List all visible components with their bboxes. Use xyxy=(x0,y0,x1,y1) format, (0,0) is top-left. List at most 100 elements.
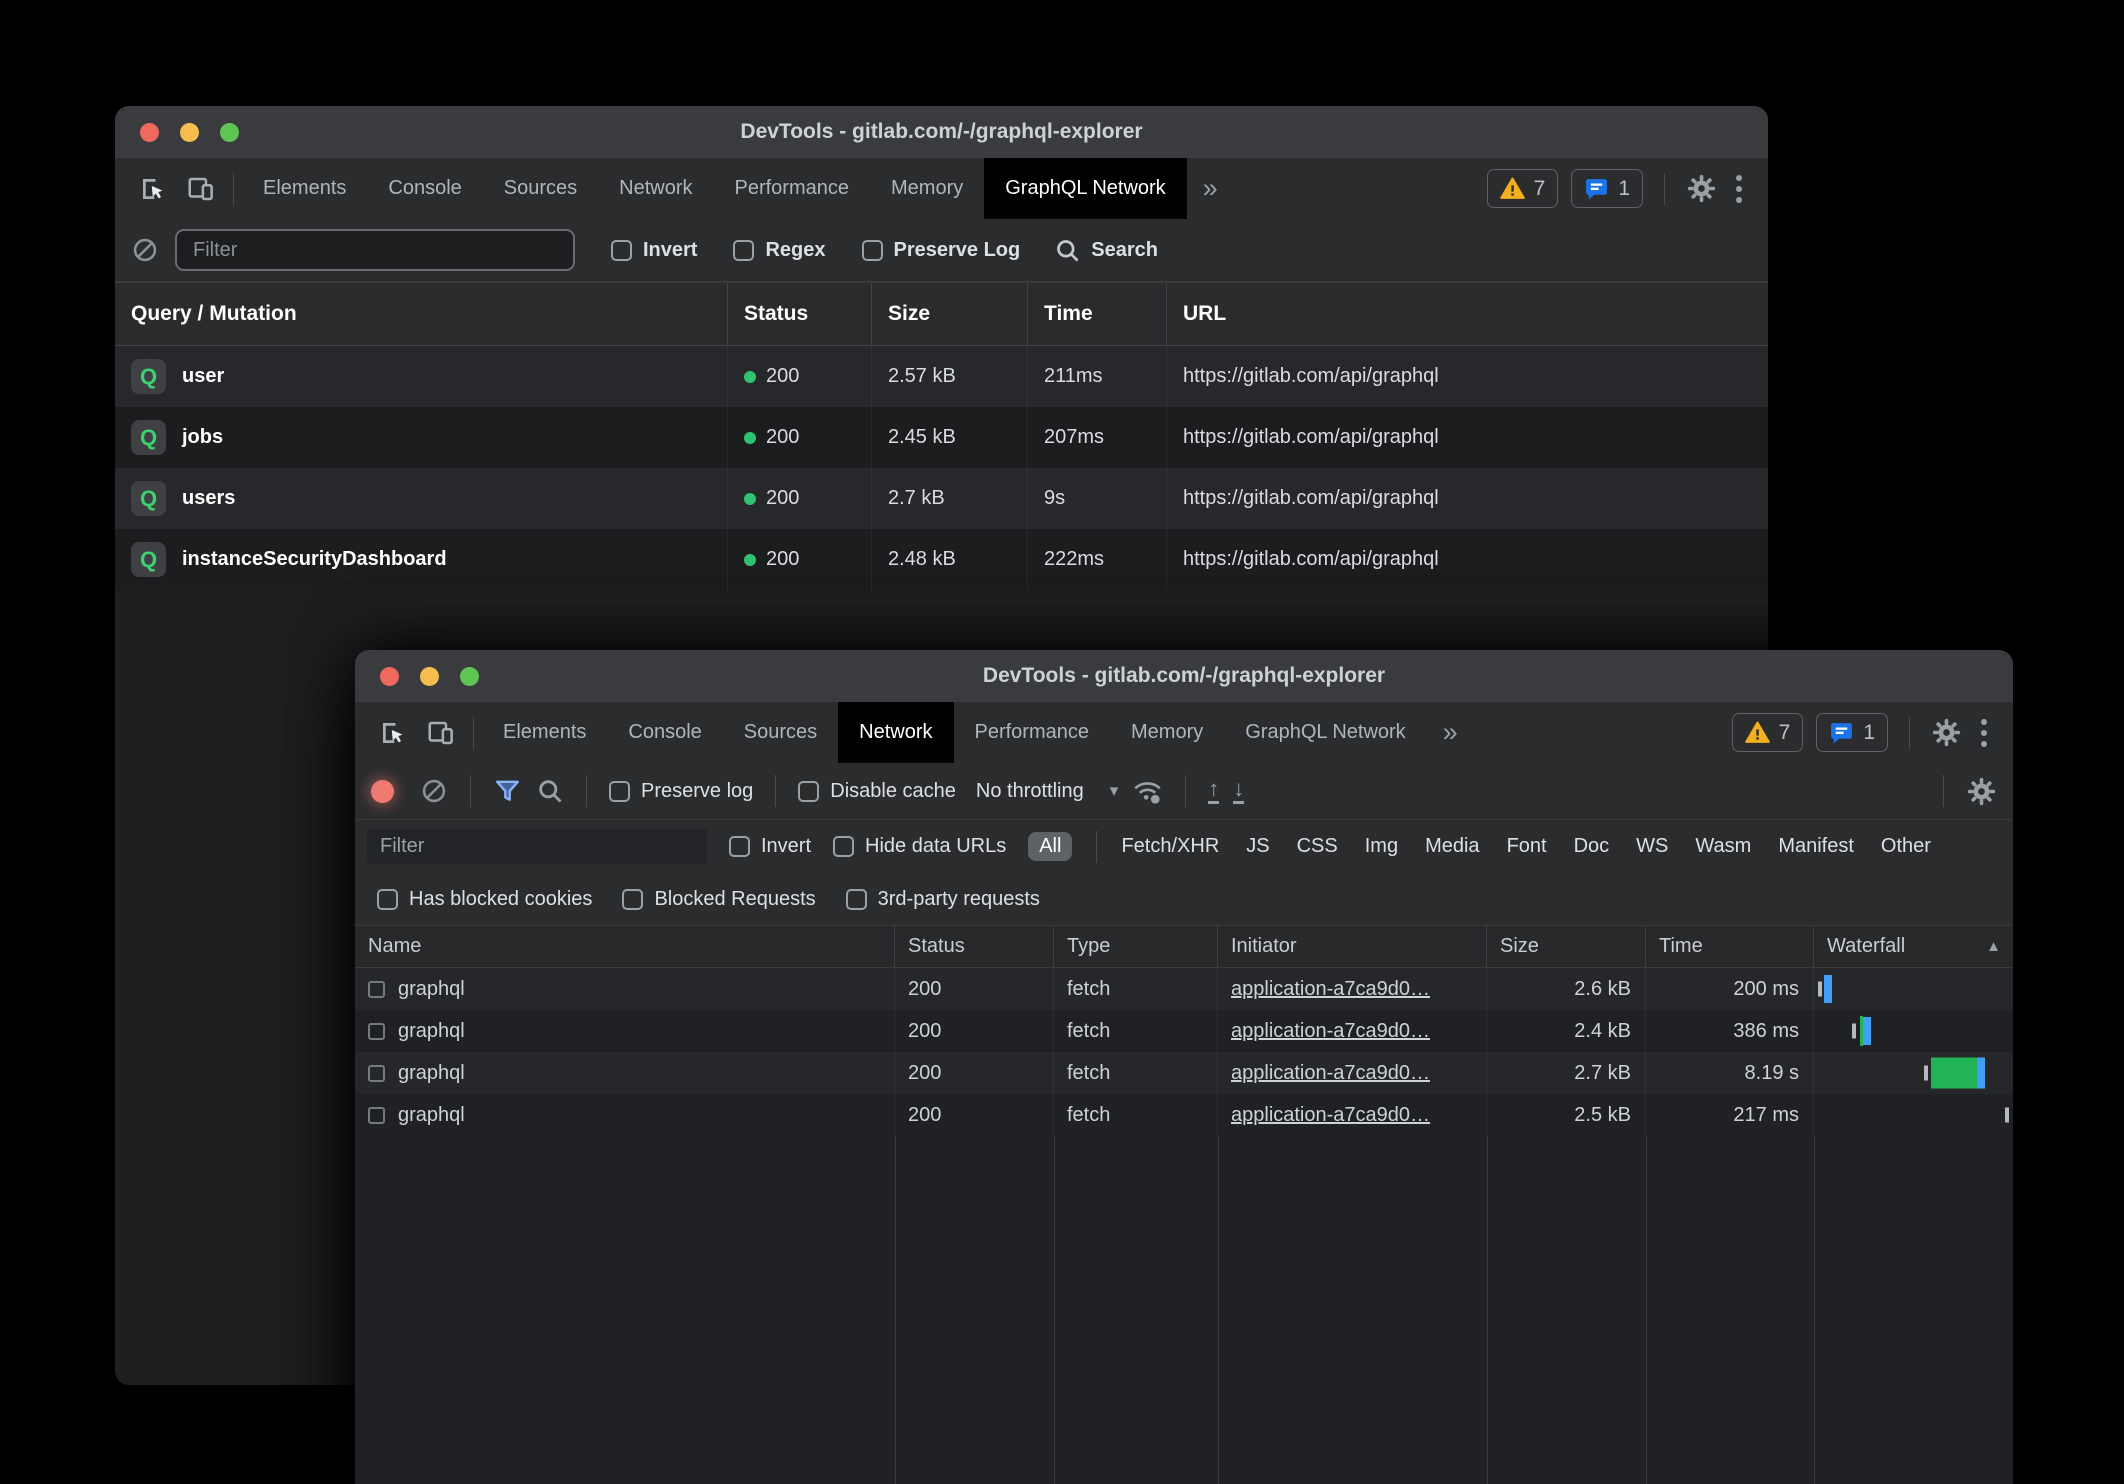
row-checkbox[interactable] xyxy=(368,1107,385,1124)
disable-cache-checkbox[interactable]: Disable cache xyxy=(798,780,956,803)
tab-console[interactable]: Console xyxy=(367,158,482,219)
checkbox[interactable] xyxy=(609,781,630,802)
tab-elements[interactable]: Elements xyxy=(242,158,367,219)
column-size[interactable]: Size xyxy=(872,283,1028,345)
device-toolbar-icon[interactable] xyxy=(177,158,225,219)
type-filter-media[interactable]: Media xyxy=(1425,835,1479,858)
more-tabs-icon[interactable]: » xyxy=(1187,158,1234,219)
row-checkbox[interactable] xyxy=(368,981,385,998)
column-time[interactable]: Time xyxy=(1646,926,1814,967)
table-row[interactable]: graphql 200 fetch application-a7ca9d0… 2… xyxy=(355,1094,2013,1136)
tab-graphql-network[interactable]: GraphQL Network xyxy=(1224,702,1426,763)
checkbox[interactable] xyxy=(862,240,883,261)
invert-checkbox[interactable]: Invert xyxy=(611,239,697,262)
regex-checkbox[interactable]: Regex xyxy=(733,239,825,262)
kebab-menu-icon[interactable] xyxy=(1975,719,1993,747)
minimize-button[interactable] xyxy=(420,667,439,686)
checkbox[interactable] xyxy=(729,836,750,857)
tab-console[interactable]: Console xyxy=(607,702,722,763)
column-url[interactable]: URL xyxy=(1167,283,1768,345)
initiator-link[interactable]: application-a7ca9d0… xyxy=(1231,1020,1430,1043)
invert-checkbox[interactable]: Invert xyxy=(729,835,811,858)
initiator-link[interactable]: application-a7ca9d0… xyxy=(1231,978,1430,1001)
device-toolbar-icon[interactable] xyxy=(417,702,465,763)
column-size[interactable]: Size xyxy=(1487,926,1646,967)
more-tabs-icon[interactable]: » xyxy=(1427,702,1474,763)
checkbox[interactable] xyxy=(833,836,854,857)
kebab-menu-icon[interactable] xyxy=(1730,175,1748,203)
type-filter-doc[interactable]: Doc xyxy=(1574,835,1610,858)
tab-memory[interactable]: Memory xyxy=(1110,702,1224,763)
minimize-button[interactable] xyxy=(180,123,199,142)
type-filter-wasm[interactable]: Wasm xyxy=(1695,835,1751,858)
type-filter-other[interactable]: Other xyxy=(1881,835,1931,858)
blocked-requests-checkbox[interactable]: Blocked Requests xyxy=(622,888,815,911)
checkbox[interactable] xyxy=(846,889,867,910)
column-time[interactable]: Time xyxy=(1028,283,1167,345)
column-status[interactable]: Status xyxy=(895,926,1054,967)
titlebar[interactable]: DevTools - gitlab.com/-/graphql-explorer xyxy=(355,650,2013,702)
tab-graphql-network[interactable]: GraphQL Network xyxy=(984,158,1186,219)
initiator-link[interactable]: application-a7ca9d0… xyxy=(1231,1104,1430,1127)
type-filter-ws[interactable]: WS xyxy=(1636,835,1668,858)
inspect-element-icon[interactable] xyxy=(129,158,177,219)
preserve-log-checkbox[interactable]: Preserve log xyxy=(609,780,753,803)
tab-performance[interactable]: Performance xyxy=(714,158,871,219)
tab-network[interactable]: Network xyxy=(838,702,953,763)
table-row[interactable]: QinstanceSecurityDashboard 200 2.48 kB 2… xyxy=(115,529,1768,590)
export-har-icon[interactable]: ↓ xyxy=(1233,778,1244,804)
type-filter-manifest[interactable]: Manifest xyxy=(1778,835,1854,858)
column-query-mutation[interactable]: Query / Mutation xyxy=(115,283,728,345)
clear-icon[interactable] xyxy=(420,777,448,805)
issues-badge[interactable]: 1 xyxy=(1571,169,1643,208)
close-button[interactable] xyxy=(380,667,399,686)
record-button[interactable] xyxy=(371,780,394,803)
close-button[interactable] xyxy=(140,123,159,142)
tab-performance[interactable]: Performance xyxy=(954,702,1111,763)
type-filter-css[interactable]: CSS xyxy=(1297,835,1338,858)
search-icon[interactable] xyxy=(536,777,564,805)
type-filter-fetch-xhr[interactable]: Fetch/XHR xyxy=(1121,835,1219,858)
tab-elements[interactable]: Elements xyxy=(482,702,607,763)
inspect-element-icon[interactable] xyxy=(369,702,417,763)
hide-data-urls-checkbox[interactable]: Hide data URLs xyxy=(833,835,1006,858)
column-status[interactable]: Status xyxy=(728,283,872,345)
column-name[interactable]: Name xyxy=(355,926,895,967)
checkbox[interactable] xyxy=(622,889,643,910)
zoom-button[interactable] xyxy=(460,667,479,686)
checkbox[interactable] xyxy=(611,240,632,261)
column-initiator[interactable]: Initiator xyxy=(1218,926,1487,967)
tab-sources[interactable]: Sources xyxy=(483,158,598,219)
table-row[interactable]: Qusers 200 2.7 kB 9s https://gitlab.com/… xyxy=(115,468,1768,529)
settings-gear-icon[interactable] xyxy=(1931,717,1962,748)
table-row[interactable]: Qjobs 200 2.45 kB 207ms https://gitlab.c… xyxy=(115,407,1768,468)
network-conditions-icon[interactable] xyxy=(1132,776,1163,807)
network-settings-gear-icon[interactable] xyxy=(1966,776,1997,807)
type-filter-img[interactable]: Img xyxy=(1365,835,1398,858)
network-filter-input[interactable] xyxy=(367,829,707,864)
titlebar[interactable]: DevTools - gitlab.com/-/graphql-explorer xyxy=(115,106,1768,158)
checkbox[interactable] xyxy=(377,889,398,910)
settings-gear-icon[interactable] xyxy=(1686,173,1717,204)
import-har-icon[interactable]: ↑ xyxy=(1208,778,1219,804)
table-row[interactable]: Quser 200 2.57 kB 211ms https://gitlab.c… xyxy=(115,346,1768,407)
preserve-log-checkbox[interactable]: Preserve Log xyxy=(862,239,1021,262)
table-row[interactable]: graphql 200 fetch application-a7ca9d0… 2… xyxy=(355,968,2013,1010)
column-waterfall[interactable]: Waterfall ▲ xyxy=(1814,926,2013,967)
row-checkbox[interactable] xyxy=(368,1023,385,1040)
clear-icon[interactable] xyxy=(131,236,159,264)
throttling-select[interactable]: No throttling ▾ xyxy=(976,780,1118,803)
warnings-badge[interactable]: 7 xyxy=(1487,169,1559,208)
type-filter-font[interactable]: Font xyxy=(1507,835,1547,858)
table-row[interactable]: graphql 200 fetch application-a7ca9d0… 2… xyxy=(355,1052,2013,1094)
zoom-button[interactable] xyxy=(220,123,239,142)
filter-funnel-icon[interactable] xyxy=(493,777,522,806)
tab-sources[interactable]: Sources xyxy=(723,702,838,763)
type-filter-js[interactable]: JS xyxy=(1246,835,1269,858)
checkbox[interactable] xyxy=(798,781,819,802)
initiator-link[interactable]: application-a7ca9d0… xyxy=(1231,1062,1430,1085)
filter-input[interactable] xyxy=(175,229,575,271)
third-party-requests-checkbox[interactable]: 3rd-party requests xyxy=(846,888,1040,911)
column-type[interactable]: Type xyxy=(1054,926,1218,967)
search-button[interactable]: Search xyxy=(1054,237,1158,264)
